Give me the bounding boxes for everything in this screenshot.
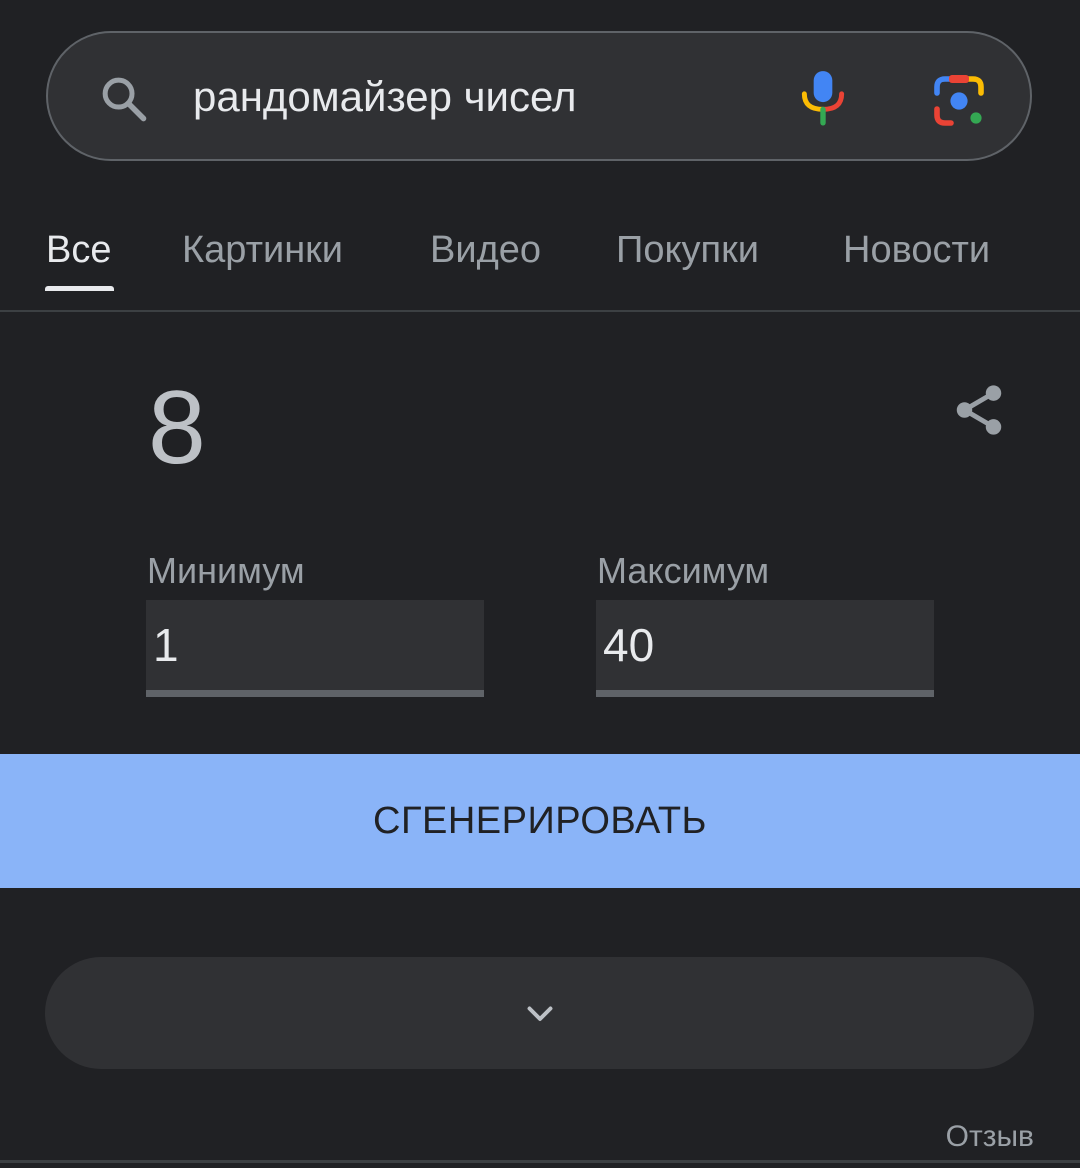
feedback-link[interactable]: Отзыв bbox=[946, 1118, 1034, 1156]
max-value[interactable]: 40 bbox=[603, 618, 654, 672]
tab-videos[interactable]: Видео bbox=[430, 224, 541, 276]
min-field[interactable]: 1 bbox=[146, 600, 484, 697]
search-tabs: Все Картинки Видео Покупки Новости bbox=[0, 196, 1080, 312]
min-value[interactable]: 1 bbox=[153, 618, 179, 672]
tab-images[interactable]: Картинки bbox=[182, 224, 343, 276]
mic-icon[interactable] bbox=[798, 69, 848, 127]
max-field[interactable]: 40 bbox=[596, 600, 934, 697]
chevron-down-icon bbox=[527, 1006, 553, 1021]
active-tab-indicator bbox=[45, 286, 114, 291]
search-icon[interactable] bbox=[98, 73, 150, 125]
search-bar[interactable]: рандомайзер чисел bbox=[46, 31, 1032, 161]
google-search-page: рандомайзер чисел Все Картинки Видео Пок… bbox=[0, 0, 1080, 1168]
tab-all[interactable]: Все bbox=[46, 224, 111, 276]
min-label: Минимум bbox=[147, 550, 305, 591]
share-icon[interactable] bbox=[950, 380, 1008, 440]
max-label: Максимум bbox=[597, 550, 770, 591]
search-input[interactable]: рандомайзер чисел bbox=[193, 71, 576, 123]
tab-news[interactable]: Новости bbox=[843, 224, 990, 276]
divider bbox=[0, 1160, 1080, 1163]
expand-button[interactable] bbox=[45, 957, 1034, 1069]
camera-lens-icon[interactable] bbox=[931, 73, 987, 129]
generate-button[interactable]: СГЕНЕРИРОВАТЬ bbox=[0, 754, 1080, 888]
random-result: 8 bbox=[148, 370, 206, 486]
tab-shopping[interactable]: Покупки bbox=[616, 224, 759, 276]
